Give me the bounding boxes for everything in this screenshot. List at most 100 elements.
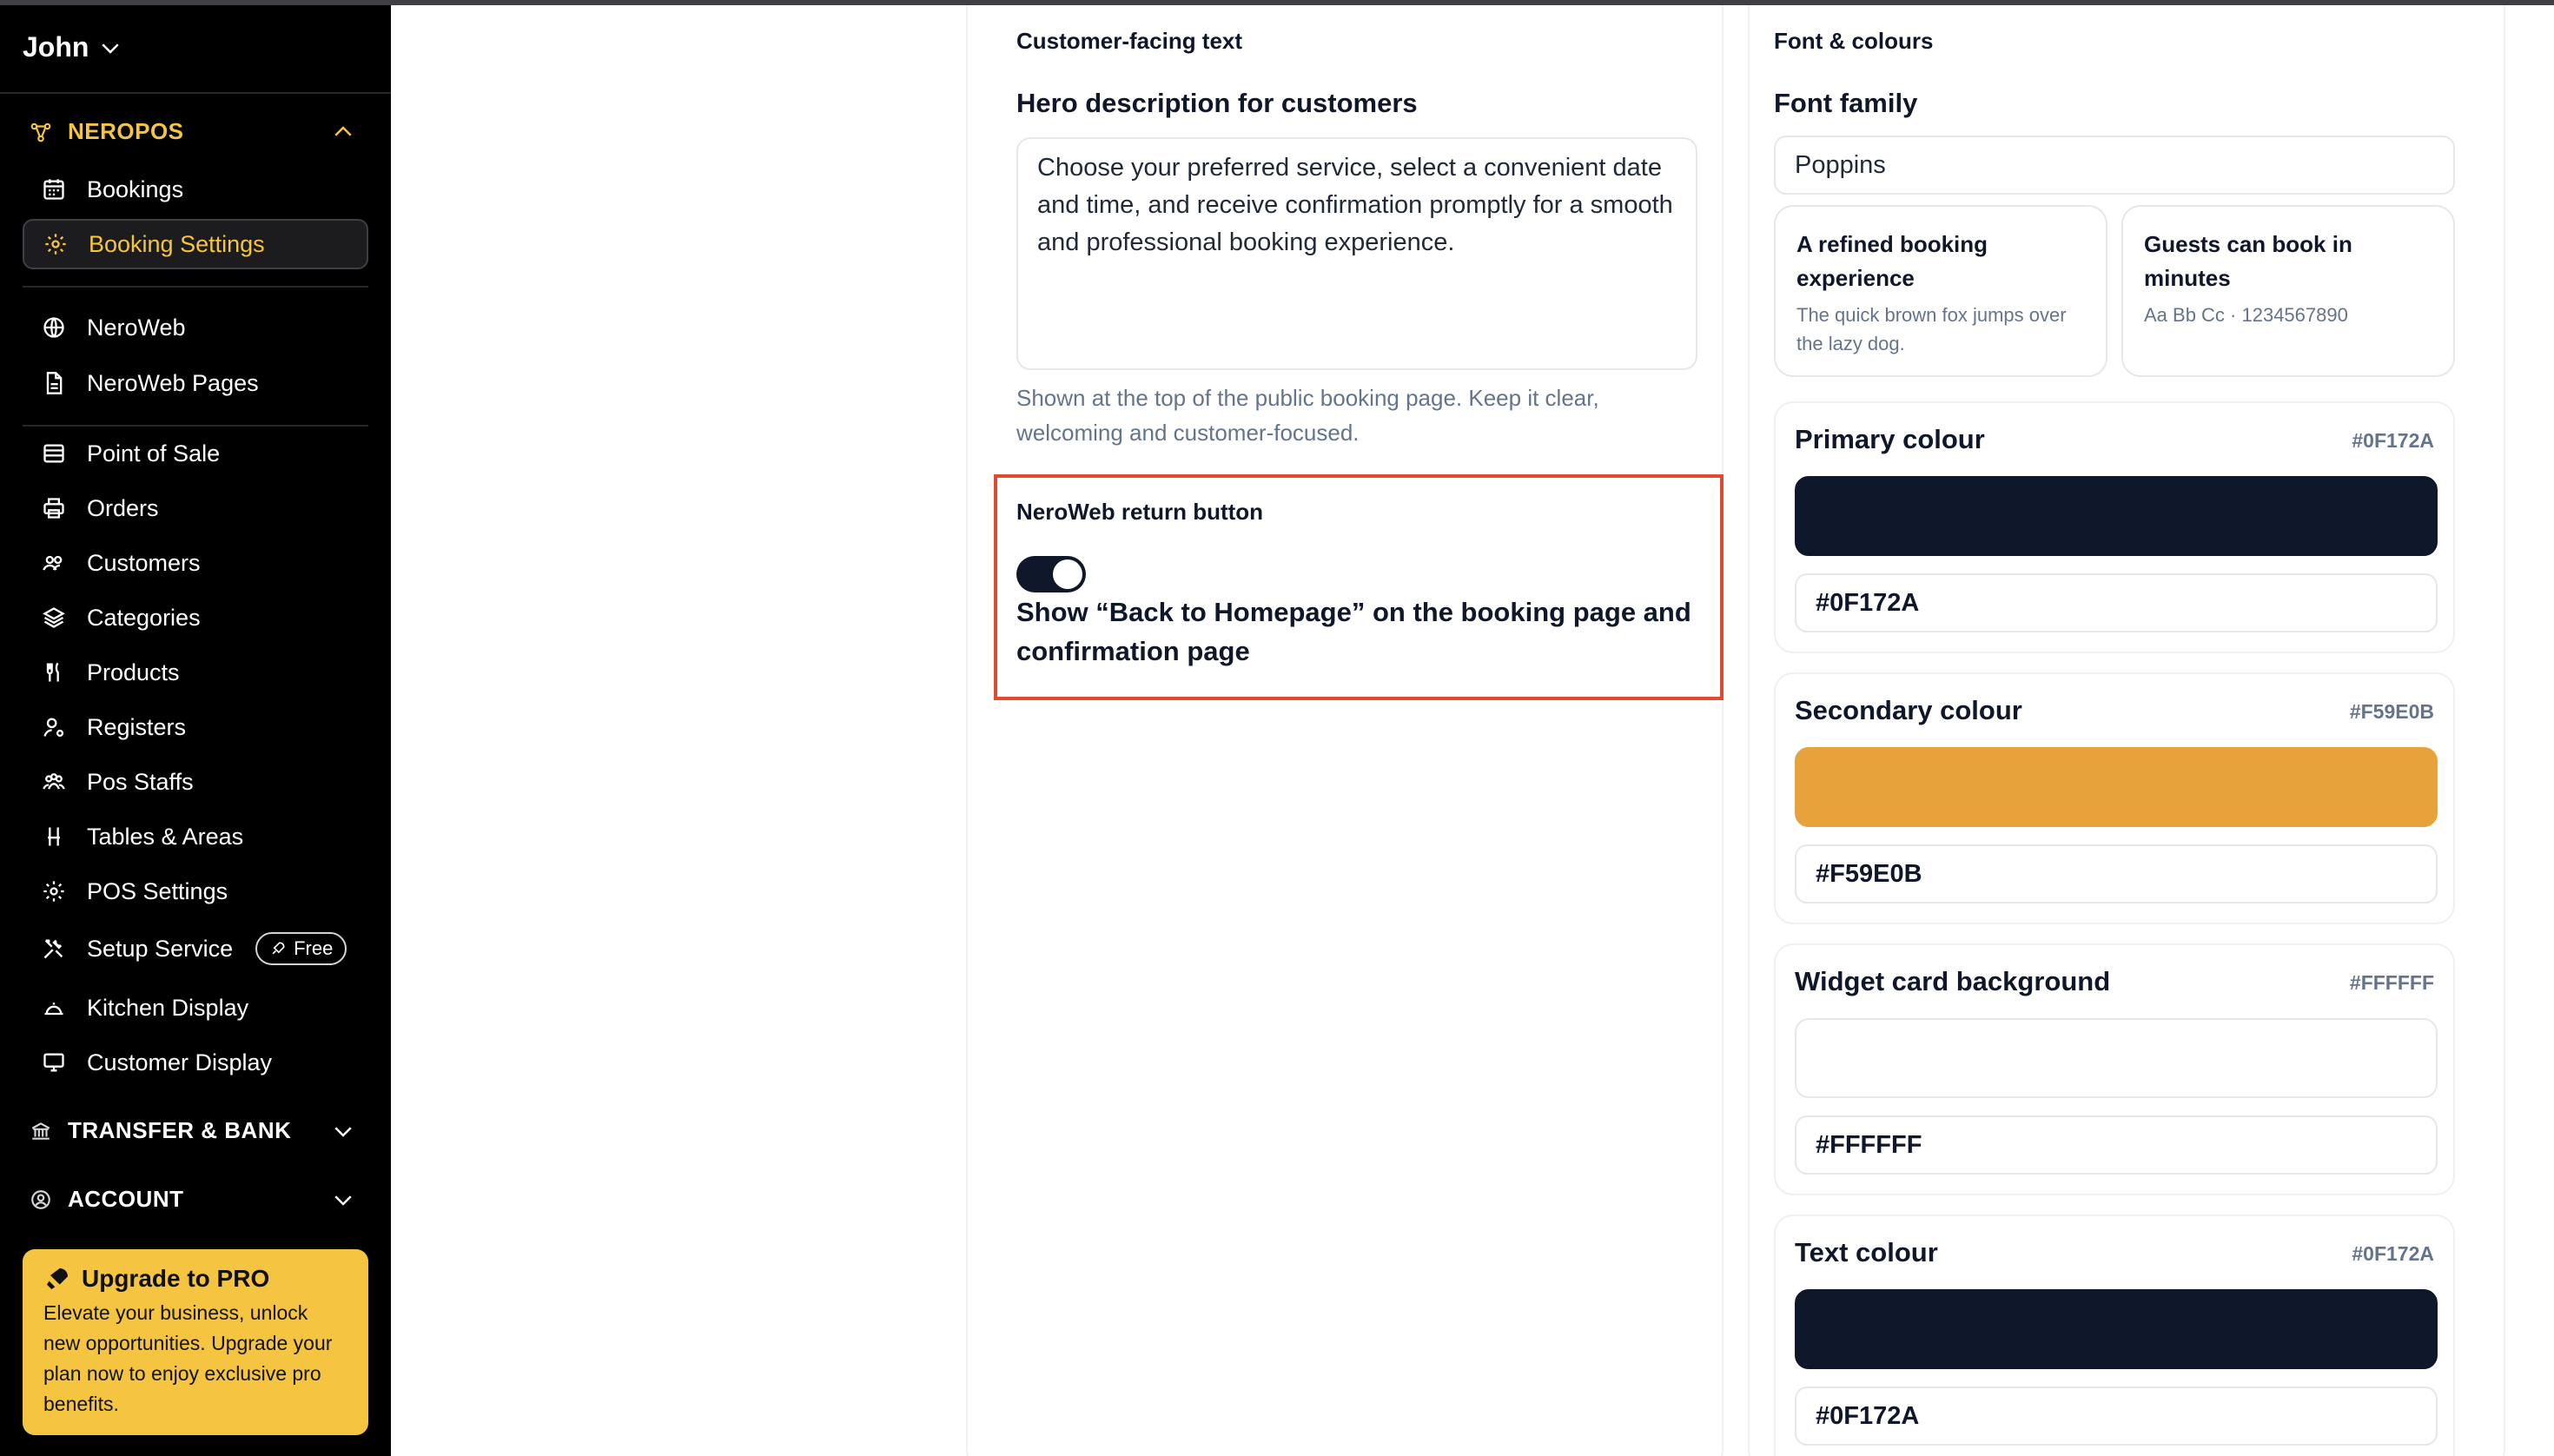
network-icon — [30, 122, 51, 142]
sidebar-item-categories[interactable]: Categories — [23, 592, 368, 643]
user-cog-icon — [43, 718, 64, 738]
file-icon — [46, 372, 63, 394]
colour-swatch[interactable] — [1795, 1018, 2438, 1098]
text-colour-card: Text colour #0F172A #0F172A — [1774, 1214, 2455, 1456]
window-top-border — [0, 0, 2554, 5]
chevron-down-icon — [102, 43, 120, 54]
colour-hex: #FFFFFF — [2349, 971, 2434, 994]
section-label: NEROPOS — [68, 118, 184, 144]
font-preview-card: A refined booking experience The quick b… — [1774, 205, 2107, 377]
user-name: John — [23, 31, 89, 63]
sidebar-item-point-of-sale[interactable]: Point of Sale — [23, 428, 368, 479]
colour-input[interactable]: #FFFFFF — [1795, 1115, 2438, 1175]
sidebar-item-products[interactable]: Products — [23, 647, 368, 698]
preview-body: The quick brown fox jumps over the lazy … — [1796, 304, 2067, 354]
tools-icon — [43, 939, 63, 959]
sidebar-item-label: Booking Settings — [89, 230, 265, 257]
sidebar-item-label: Bookings — [87, 175, 184, 202]
sidebar-item-kitchen-display[interactable]: Kitchen Display — [23, 983, 368, 1033]
cloche-icon — [44, 1003, 63, 1016]
upgrade-title: Upgrade to PRO — [82, 1265, 270, 1292]
bank-icon — [31, 1122, 50, 1140]
sidebar-item-customer-display[interactable]: Customer Display — [23, 1037, 368, 1088]
sidebar-item-neroweb-pages[interactable]: NeroWeb Pages — [23, 358, 368, 408]
sidebar-item-pos-staffs[interactable]: Pos Staffs — [23, 757, 368, 807]
sidebar-item-label: Point of Sale — [87, 440, 221, 467]
colour-input[interactable]: #0F172A — [1795, 1387, 2438, 1446]
toggle-knob — [1053, 559, 1082, 589]
customer-text-title: Customer-facing text — [1016, 28, 1243, 54]
colour-swatch[interactable] — [1795, 1289, 2438, 1369]
font-family-input[interactable]: Poppins — [1774, 136, 2455, 195]
user-menu[interactable]: John — [23, 31, 123, 63]
sidebar: John NEROPOS Bookings Booking Settings N… — [0, 0, 391, 1456]
font-family-value: Poppins — [1795, 150, 1886, 179]
colour-name: Text colour — [1795, 1237, 1938, 1267]
secondary-colour-card: Secondary colour #F59E0B #F59E0B — [1774, 672, 2455, 924]
sidebar-item-label: Customers — [87, 549, 201, 576]
colour-input[interactable]: #F59E0B — [1795, 844, 2438, 903]
pos-icon — [43, 444, 64, 463]
sidebar-divider — [0, 92, 391, 94]
chevron-down-icon — [334, 1126, 352, 1137]
chevron-down-icon — [334, 1195, 352, 1206]
free-badge: Free — [255, 932, 347, 965]
sidebar-item-setup-service[interactable]: Setup Service Free — [23, 923, 368, 974]
section-neropos[interactable]: NEROPOS — [30, 118, 352, 145]
widget-card-background-card: Widget card background #FFFFFF #FFFFFF — [1774, 943, 2455, 1195]
upgrade-description: Elevate your business, unlock new opport… — [43, 1301, 333, 1415]
user-circle-icon — [31, 1189, 50, 1209]
colour-swatch[interactable] — [1795, 747, 2438, 827]
sidebar-item-bookings[interactable]: Bookings — [23, 164, 368, 215]
sidebar-item-neroweb[interactable]: NeroWeb — [23, 302, 368, 353]
utensils-icon — [46, 662, 59, 682]
return-button-toggle-label: Show “Back to Homepage” on the booking p… — [1016, 597, 1691, 666]
calendar-icon — [43, 179, 64, 200]
section-transfer-bank[interactable]: TRANSFER & BANK — [30, 1117, 352, 1144]
upgrade-title-row: Upgrade to PRO — [43, 1265, 347, 1293]
hero-description-label: Hero description for customers — [1016, 88, 1418, 118]
primary-colour-card: Primary colour #0F172A #0F172A — [1774, 401, 2455, 653]
gear-icon — [43, 881, 64, 902]
hero-description-help: Shown at the top of the public booking p… — [1016, 385, 1599, 446]
sidebar-item-label: Orders — [87, 494, 159, 521]
colour-name: Secondary colour — [1795, 695, 2022, 725]
sidebar-item-label: Setup Service — [87, 935, 234, 962]
sidebar-item-registers[interactable]: Registers — [23, 702, 368, 752]
monitor-icon — [43, 1053, 64, 1072]
colour-input[interactable]: #0F172A — [1795, 573, 2438, 632]
colour-hex: #0F172A — [2352, 1242, 2434, 1265]
colour-name: Primary colour — [1795, 424, 1985, 454]
section-account[interactable]: ACCOUNT — [30, 1186, 352, 1213]
hero-description-input[interactable]: Choose your preferred service, select a … — [1016, 137, 1697, 370]
chair-icon — [48, 827, 60, 846]
globe-icon — [43, 317, 64, 338]
font-family-label: Font family — [1774, 88, 1918, 118]
free-badge-label: Free — [294, 937, 334, 959]
font-preview-card: Guests can book in minutes Aa Bb Cc · 12… — [2121, 205, 2455, 377]
return-button-toggle[interactable] — [1016, 556, 1086, 592]
chevron-up-icon — [334, 125, 352, 136]
sidebar-item-label: NeroWeb Pages — [87, 369, 259, 396]
sidebar-item-label: Customer Display — [87, 1049, 273, 1075]
sidebar-item-label: Products — [87, 659, 180, 685]
font-colours-title: Font & colours — [1774, 28, 1934, 54]
rocket-icon — [272, 942, 285, 955]
preview-body: Aa Bb Cc · 1234567890 — [2144, 304, 2348, 326]
sidebar-item-pos-settings[interactable]: POS Settings — [23, 866, 368, 917]
preview-heading: Guests can book in minutes — [2144, 231, 2352, 291]
sidebar-item-label: Registers — [87, 713, 187, 740]
colour-swatch[interactable] — [1795, 476, 2438, 556]
preview-heading: A refined booking experience — [1796, 231, 1988, 291]
colour-name: Widget card background — [1795, 966, 2111, 996]
sidebar-item-customers[interactable]: Customers — [23, 538, 368, 588]
sidebar-separator — [23, 286, 368, 288]
return-button-title: NeroWeb return button — [1016, 499, 1264, 525]
sidebar-item-orders[interactable]: Orders — [23, 483, 368, 533]
gear-icon — [45, 234, 66, 255]
upgrade-card[interactable]: Upgrade to PRO Elevate your business, un… — [23, 1249, 368, 1435]
sidebar-item-tables-areas[interactable]: Tables & Areas — [23, 811, 368, 862]
users-icon — [43, 555, 63, 571]
printer-icon — [43, 498, 64, 519]
sidebar-item-booking-settings[interactable]: Booking Settings — [23, 219, 368, 269]
